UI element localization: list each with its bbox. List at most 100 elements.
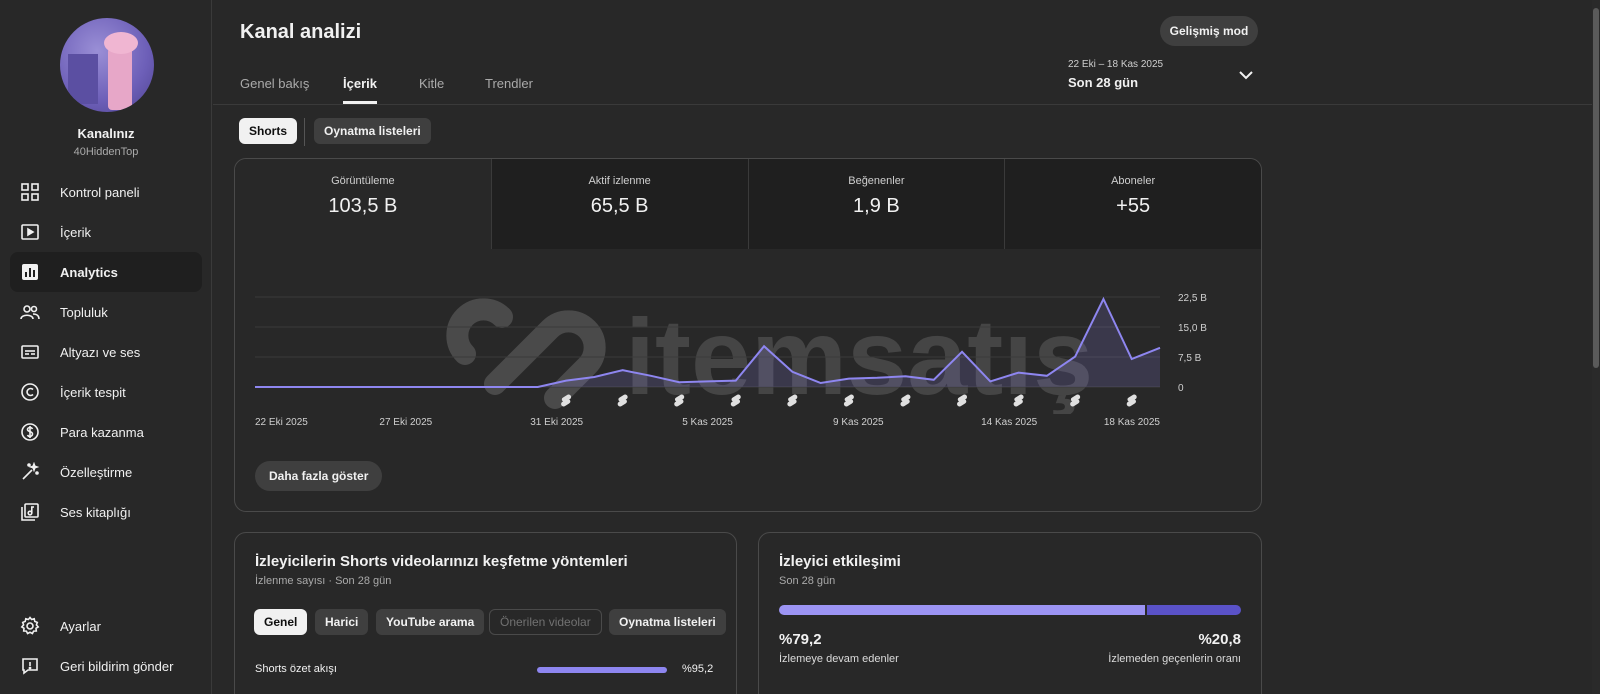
customization-icon	[22, 462, 40, 480]
metric-value: +55	[1116, 195, 1151, 217]
engagement-title: İzleyici etkileşimi	[779, 553, 901, 570]
copyright-icon	[21, 383, 39, 401]
sidebar-item-content[interactable]: İçerik	[10, 212, 202, 252]
date-range-label[interactable]: Son 28 gün	[1068, 75, 1138, 90]
sidebar-item-label: Para kazanma	[60, 424, 144, 440]
y-tick-label: 0	[1178, 383, 1184, 394]
sidebar-item-audio-library[interactable]: Ses kitaplığı	[10, 492, 202, 532]
chip-external[interactable]: Harici	[315, 609, 369, 635]
header-divider	[213, 104, 1593, 105]
channel-avatar[interactable]	[60, 18, 154, 112]
tab-overview[interactable]: Genel bakış	[240, 76, 309, 91]
dashboard-icon	[21, 183, 39, 201]
shorts-marker-icon	[561, 394, 572, 407]
shorts-marker-icon	[1070, 394, 1081, 407]
shorts-logo-icon	[957, 394, 968, 407]
tab-audience[interactable]: Kitle	[419, 76, 444, 91]
avatar-background	[68, 54, 98, 104]
shorts-marker-icon	[787, 394, 798, 407]
metric-value: 65,5 B	[590, 195, 649, 217]
x-tick-label: 14 Kas 2025	[981, 417, 1038, 428]
chip-shorts[interactable]: Shorts	[239, 118, 298, 144]
sidebar-item-label: Ayarlar	[60, 618, 101, 634]
x-tick-label: 31 Eki 2025	[530, 417, 583, 428]
page-scrollbar[interactable]	[1592, 0, 1600, 694]
sidebar-item-label: İçerik	[60, 224, 92, 240]
metric-engaged-views[interactable]: Aktif izlenme 65,5 B	[491, 159, 749, 249]
views-chart: 0 7,5 B 15,0 B 22,5 B 22 Eki 2025 27 Eki 2025…	[255, 293, 1207, 428]
chip-general[interactable]: Genel	[254, 609, 308, 635]
metric-label: Beğenenler	[848, 175, 905, 187]
sidebar-item-settings[interactable]: Ayarlar	[10, 606, 202, 646]
discovery-title: İzleyicilerin Shorts videolarınızı keşfe…	[255, 553, 628, 570]
sidebar-item-analytics[interactable]: Analytics	[10, 252, 202, 292]
shorts-marker-icon	[1013, 394, 1024, 407]
feedback-icon	[22, 658, 38, 675]
shorts-marker-icon	[617, 394, 628, 407]
shorts-logo-icon	[1126, 394, 1137, 407]
sidebar-item-subtitles[interactable]: Altyazı ve ses	[10, 332, 202, 372]
monetization-icon	[21, 423, 39, 441]
y-tick-label: 22,5 B	[1178, 293, 1207, 304]
chevron-down-icon[interactable]	[1238, 68, 1254, 82]
shorts-marker-icon	[843, 394, 854, 407]
settings-icon	[20, 616, 40, 635]
retention-bar	[779, 605, 1241, 615]
x-tick-label: 9 Kas 2025	[833, 417, 884, 428]
retention-swiped-segment	[1144, 605, 1241, 615]
x-tick-label: 18 Kas 2025	[1104, 417, 1161, 428]
metric-subscribers[interactable]: Aboneler +55	[1005, 159, 1261, 249]
discovery-card: İzleyicilerin Shorts videolarınızı keşfe…	[234, 532, 737, 694]
source-label: Shorts özet akışı	[255, 663, 337, 675]
x-tick-label: 22 Eki 2025	[255, 417, 308, 428]
channel-name: Kanalınız	[77, 126, 135, 141]
shorts-marker-icon	[730, 394, 741, 407]
sidebar-item-label: Geri bildirim gönder	[60, 658, 174, 674]
audio-library-icon	[21, 503, 39, 521]
shorts-logo-icon	[561, 394, 572, 407]
tab-trends[interactable]: Trendler	[485, 76, 533, 91]
sidebar-item-label: Özelleştirme	[60, 464, 133, 480]
sidebar-item-customization[interactable]: Özelleştirme	[10, 452, 202, 492]
sidebar-item-feedback[interactable]: Geri bildirim gönder	[10, 646, 202, 686]
show-more-button[interactable]: Daha fazla göster	[255, 461, 383, 491]
shorts-marker-icon	[900, 394, 911, 407]
shorts-logo-icon	[1013, 394, 1024, 407]
channel-handle: 40HiddenTop	[73, 146, 139, 158]
stayed-label: İzlemeye devam edenler	[779, 653, 899, 665]
x-tick-label: 27 Eki 2025	[379, 417, 432, 428]
metric-tabs: Görüntüleme 103,5 B Aktif izlenme 65,5 B…	[235, 159, 1261, 249]
chip-discovery-playlists[interactable]: Oynatma listeleri	[609, 609, 726, 635]
tab-content[interactable]: İçerik	[343, 76, 377, 104]
sidebar-item-label: Kontrol paneli	[60, 184, 140, 200]
sidebar-item-community[interactable]: Topluluk	[10, 292, 202, 332]
chip-playlists[interactable]: Oynatma listeleri	[314, 118, 431, 144]
chip-suggested-videos: Önerilen videolar	[489, 609, 602, 635]
sidebar-item-monetization[interactable]: Para kazanma	[10, 412, 202, 452]
metric-likes[interactable]: Beğenenler 1,9 B	[748, 159, 1006, 249]
date-range-text: 22 Eki – 18 Kas 2025	[1068, 59, 1164, 70]
shorts-logo-icon	[1070, 394, 1081, 407]
metric-value: 103,5 B	[328, 195, 398, 217]
metric-label: Aktif izlenme	[588, 175, 651, 187]
engagement-subtitle: Son 28 gün	[779, 575, 836, 587]
sidebar-item-label: Altyazı ve ses	[60, 344, 141, 360]
metric-label: Aboneler	[1111, 175, 1156, 187]
discovery-subtitle: İzlenme sayısı · Son 28 gün	[255, 575, 392, 587]
sidebar-item-label: Analytics	[60, 264, 118, 280]
subtitles-icon	[21, 345, 39, 359]
sidebar-item-dashboard[interactable]: Kontrol paneli	[10, 172, 202, 212]
chip-youtube-search[interactable]: YouTube arama	[376, 609, 485, 635]
sidebar-item-copyright[interactable]: İçerik tespit	[10, 372, 202, 412]
advanced-mode-button[interactable]: Gelişmiş mod	[1160, 16, 1258, 46]
metric-label: Görüntüleme	[331, 175, 395, 187]
shorts-logo-icon	[843, 394, 854, 407]
scrollbar-thumb[interactable]	[1593, 8, 1599, 368]
shorts-marker-icon	[957, 394, 968, 407]
metrics-chart-card: Görüntüleme 103,5 B Aktif izlenme 65,5 B…	[234, 158, 1262, 512]
metric-views[interactable]: Görüntüleme 103,5 B	[235, 159, 492, 249]
y-tick-label: 7,5 B	[1178, 353, 1202, 364]
avatar-figure-head	[104, 32, 138, 54]
shorts-logo-icon	[617, 394, 628, 407]
retention-stayed-segment	[779, 605, 1145, 615]
